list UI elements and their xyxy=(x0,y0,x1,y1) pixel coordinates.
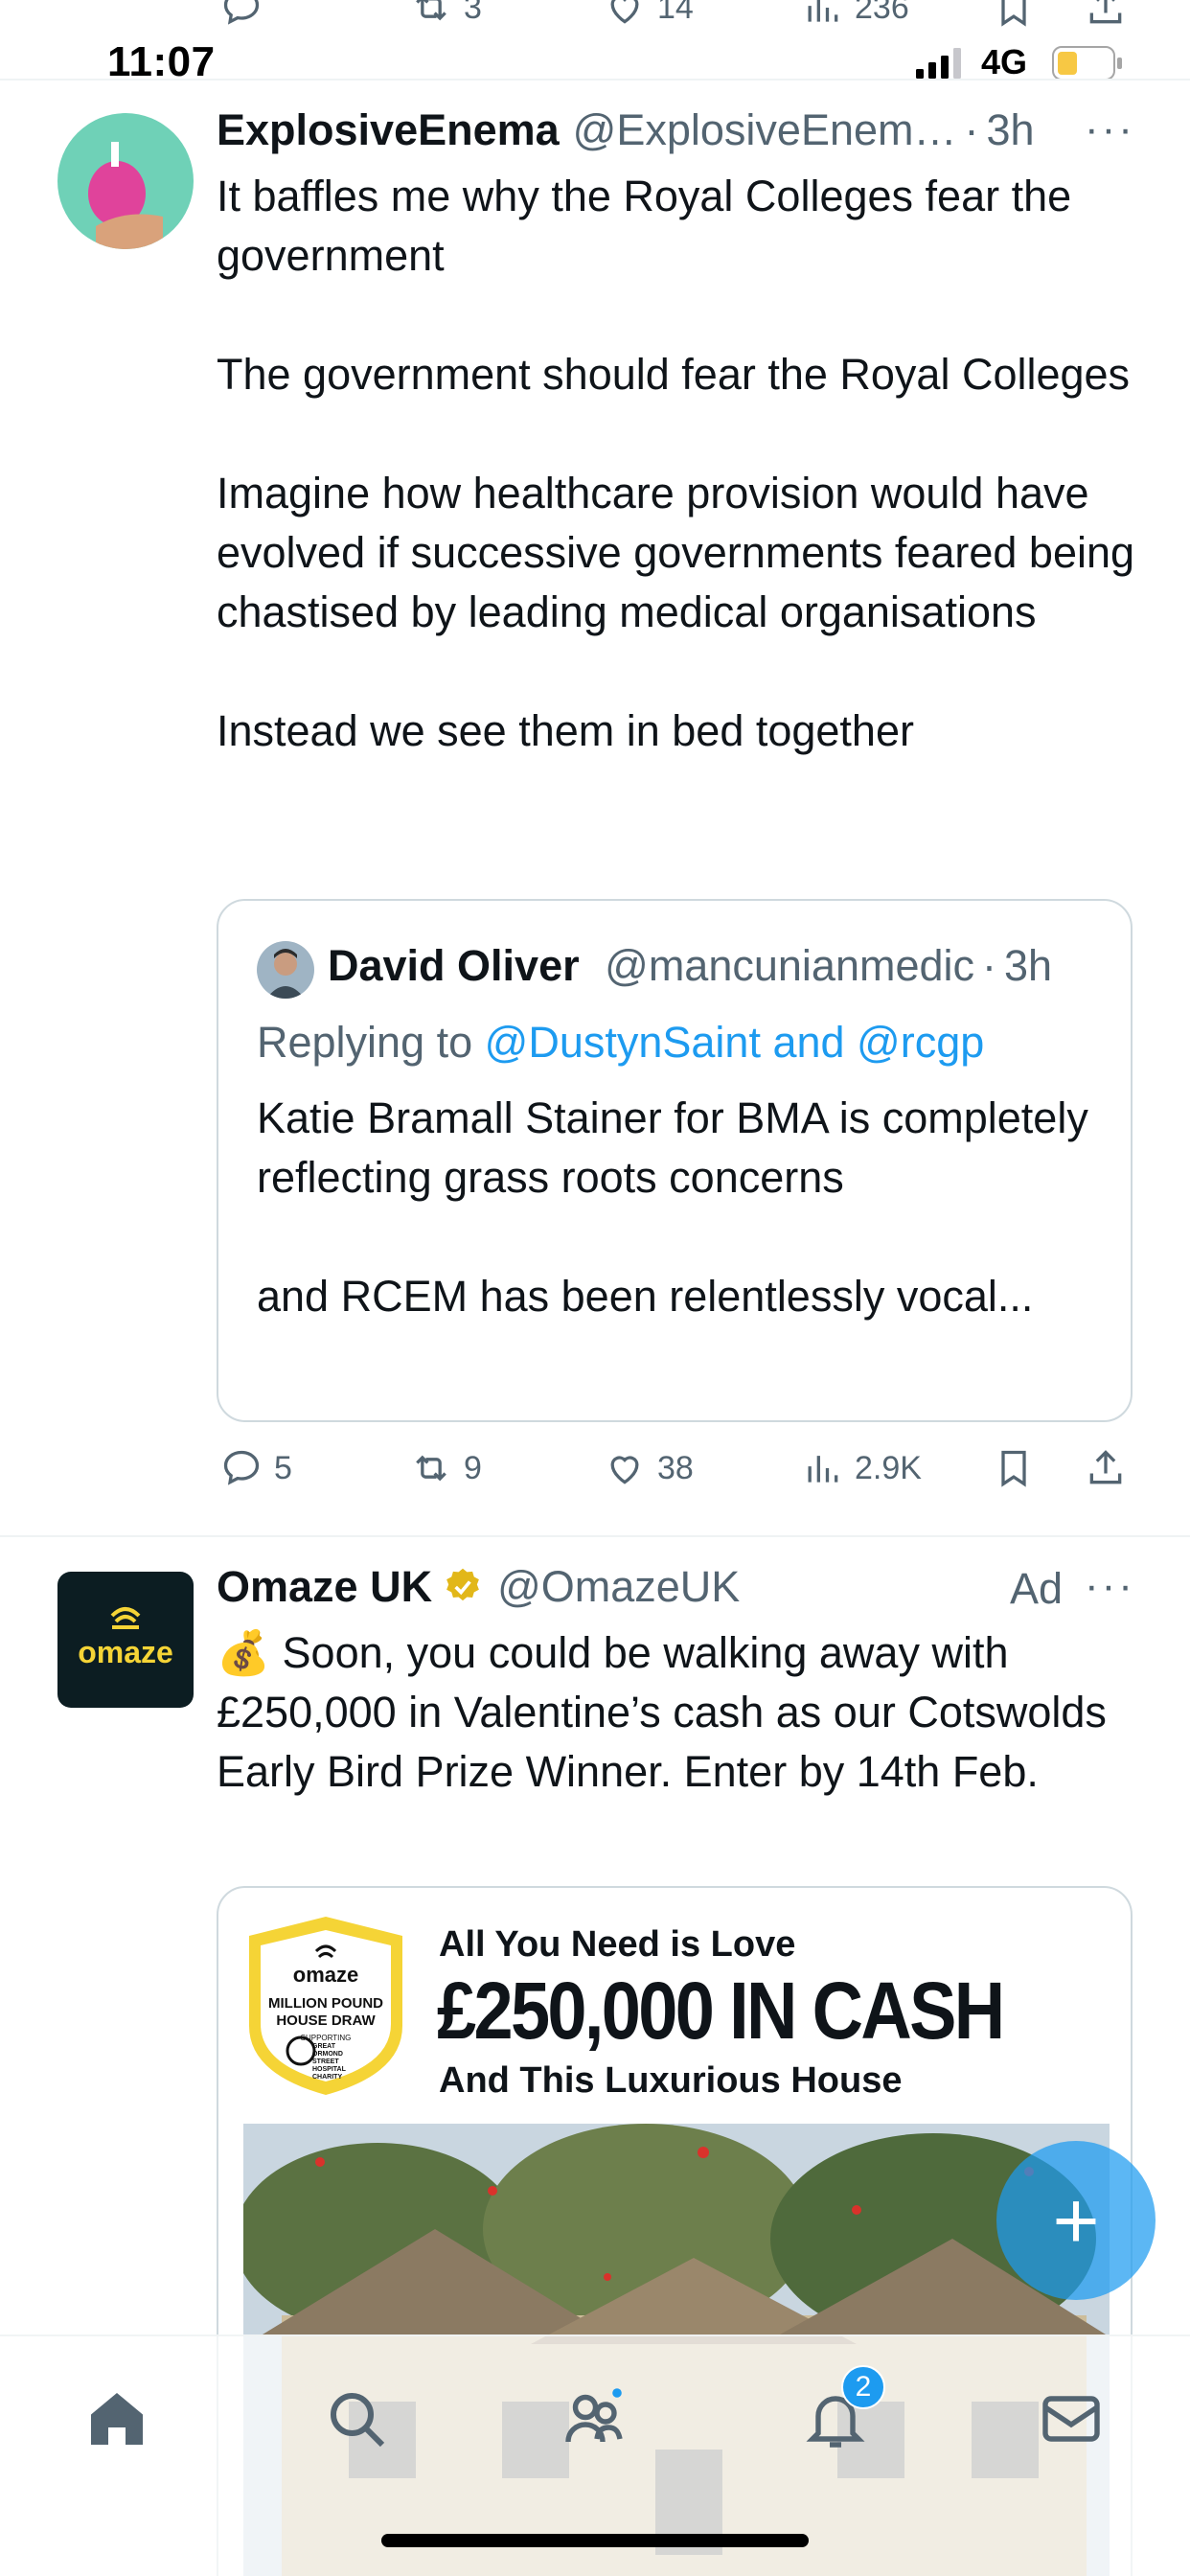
signal-icon xyxy=(916,48,961,79)
replying-to: Replying to @DustynSaint and @rcgp xyxy=(257,1018,984,1068)
badge-charity: GREAT ORMOND STREET HOSPITAL CHARITY xyxy=(312,2043,346,2081)
tweet-time: 3h xyxy=(986,105,1035,154)
display-name[interactable]: ExplosiveEnema xyxy=(217,105,560,155)
views-button[interactable]: 2.9K xyxy=(801,1447,922,1489)
reply-icon xyxy=(223,1450,260,1485)
share-icon xyxy=(1089,1450,1122,1484)
heart-icon xyxy=(610,1456,639,1484)
separator-dot: · xyxy=(982,941,997,990)
badge-sub: SUPPORTING xyxy=(300,2034,352,2042)
retweet-count: 9 xyxy=(464,1449,482,1486)
tweet-header: ExplosiveEnema @ExplosiveEnem… · 3h xyxy=(217,105,1035,155)
quoted-user-avatar xyxy=(257,941,314,999)
separator-dot: · xyxy=(964,105,979,154)
user-handle[interactable]: @ExplosiveEnem… xyxy=(573,105,957,155)
quoted-tweet-text: Katie Bramall Stainer for BMA is complet… xyxy=(257,1093,1088,1321)
replying-to-users[interactable]: @DustynSaint and @rcgp xyxy=(485,1018,985,1067)
home-indicator xyxy=(381,2534,809,2547)
bookmark-button[interactable] xyxy=(993,1447,1035,1489)
bookmark-icon xyxy=(1001,1450,1026,1487)
more-options-icon[interactable]: ··· xyxy=(1085,1562,1135,1610)
quoted-user-handle: @mancunianmedic xyxy=(605,941,975,990)
card-subline: And This Luxurious House xyxy=(439,2060,903,2101)
badge-brand: omaze xyxy=(292,1963,359,1987)
communities-icon[interactable] xyxy=(560,2384,629,2453)
messages-icon[interactable] xyxy=(1037,2384,1106,2453)
replying-to-prefix: Replying to xyxy=(257,1018,473,1067)
omaze-avatar-text: omaze xyxy=(78,1635,173,1669)
plus-icon: + xyxy=(1052,2175,1100,2266)
share-button[interactable] xyxy=(1085,1447,1127,1489)
badge-title: MILLION POUND HOUSE DRAW xyxy=(268,1995,383,2029)
retweet-button[interactable]: 9 xyxy=(410,1447,482,1489)
like-count: 38 xyxy=(657,1449,694,1486)
user-handle[interactable]: @OmazeUK xyxy=(497,1562,740,1612)
divider xyxy=(0,1535,1190,1537)
card-headline: £250,000 IN CASH xyxy=(437,1966,1005,2056)
quoted-tweet-time: 3h xyxy=(1004,941,1053,990)
status-bar: 11:07 4G xyxy=(0,0,1190,88)
views-icon xyxy=(808,1456,838,1483)
verified-badge-icon xyxy=(446,1568,479,1601)
network-type: 4G xyxy=(981,42,1028,81)
like-button[interactable]: 38 xyxy=(604,1447,694,1489)
quoted-tweet[interactable]: David Oliver @mancunianmedic · 3h Replying… xyxy=(217,899,1133,1422)
compose-button[interactable]: + xyxy=(996,2141,1156,2300)
more-options-icon[interactable]: ··· xyxy=(1085,105,1135,153)
quoted-display-name: David Oliver xyxy=(328,941,580,990)
view-count: 2.9K xyxy=(855,1449,922,1486)
user-avatar[interactable] xyxy=(57,113,194,249)
quoted-tweet-header: David Oliver @mancunianmedic · 3h xyxy=(328,941,1052,991)
card-tagline: All You Need is Love xyxy=(439,1924,796,1965)
reply-button[interactable]: 5 xyxy=(220,1447,292,1489)
avatar-image xyxy=(57,113,194,249)
display-name[interactable]: Omaze UK xyxy=(217,1562,432,1612)
retweet-icon xyxy=(416,1455,446,1482)
ad-text: 💰 Soon, you could be walking away with £… xyxy=(217,1628,1107,1796)
ad-header: Omaze UK @OmazeUK xyxy=(217,1562,740,1612)
reply-count: 5 xyxy=(274,1449,292,1486)
quoted-avatar-image xyxy=(257,941,314,999)
tweet-actions: 5 9 38 2.9K xyxy=(0,1438,1190,1505)
divider xyxy=(0,79,1190,80)
search-icon[interactable] xyxy=(322,2384,391,2453)
battery-icon xyxy=(1052,46,1122,80)
home-icon[interactable] xyxy=(82,2384,151,2453)
notifications-badge: 2 xyxy=(841,2365,885,2409)
ad-label: Ad xyxy=(1010,1564,1064,1613)
tweet-text: It baffles me why the Royal Colleges fea… xyxy=(217,172,1135,755)
